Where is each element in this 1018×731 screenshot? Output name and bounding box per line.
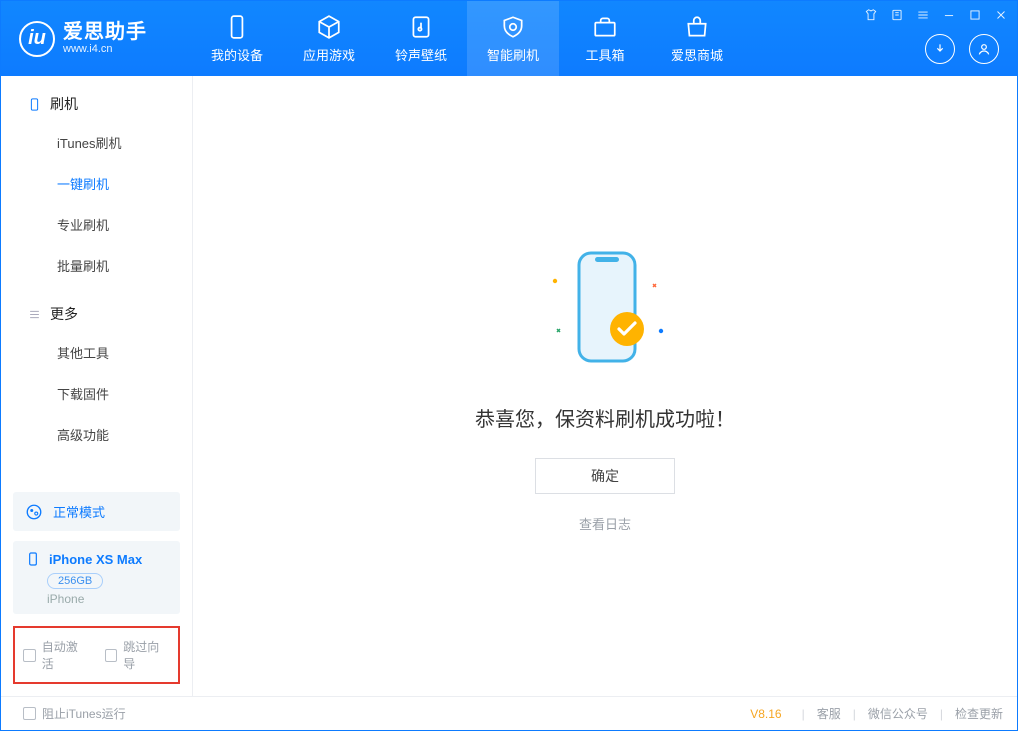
toolbox-icon <box>592 14 618 40</box>
minimize-icon[interactable] <box>941 7 957 23</box>
view-log-link[interactable]: 查看日志 <box>579 514 631 533</box>
footer: 阻止iTunes运行 V8.16 | 客服 | 微信公众号 | 检查更新 <box>1 696 1017 730</box>
list-icon <box>27 307 42 322</box>
window-controls <box>863 7 1009 23</box>
success-text: 恭喜您，保资料刷机成功啦！ <box>475 403 735 432</box>
maximize-icon[interactable] <box>967 7 983 23</box>
tab-smart-flash[interactable]: 智能刷机 <box>467 1 559 76</box>
sidebar-item-onekey-flash[interactable]: 一键刷机 <box>1 163 192 204</box>
tab-label: 智能刷机 <box>487 45 539 64</box>
store-icon <box>684 14 710 40</box>
checkbox-block-itunes[interactable]: 阻止iTunes运行 <box>23 705 126 722</box>
checkbox-label: 自动激活 <box>42 638 89 672</box>
device-phone-icon <box>25 551 41 567</box>
download-button[interactable] <box>925 34 955 64</box>
checkbox-icon <box>105 649 118 662</box>
device-name: iPhone XS Max <box>49 552 142 567</box>
app-name: 爱思助手 <box>63 21 147 43</box>
device-capacity: 256GB <box>47 573 103 589</box>
tab-label: 工具箱 <box>585 45 624 64</box>
footer-wechat-link[interactable]: 微信公众号 <box>868 705 928 722</box>
header-right <box>855 1 1017 76</box>
note-icon[interactable] <box>889 7 905 23</box>
version-label: V8.16 <box>750 707 781 721</box>
tab-ringtones-wallpaper[interactable]: 铃声壁纸 <box>375 1 467 76</box>
sidebar-item-pro-flash[interactable]: 专业刷机 <box>1 204 192 245</box>
sidebar-item-other-tools[interactable]: 其他工具 <box>1 332 192 373</box>
menu-icon[interactable] <box>915 7 931 23</box>
app-url: www.i4.cn <box>63 43 147 55</box>
options-highlight-box: 自动激活 跳过向导 <box>13 626 180 684</box>
device-type: iPhone <box>47 592 168 606</box>
tab-my-device[interactable]: 我的设备 <box>191 1 283 76</box>
checkbox-label: 阻止iTunes运行 <box>42 705 126 722</box>
music-icon <box>408 14 434 40</box>
tab-label: 我的设备 <box>211 45 263 64</box>
tab-toolbox[interactable]: 工具箱 <box>559 1 651 76</box>
sidebar-group-more: 更多 <box>1 286 192 332</box>
refresh-shield-icon <box>500 14 526 40</box>
success-illustration <box>535 239 675 379</box>
tab-store[interactable]: 爱思商城 <box>651 1 743 76</box>
logo[interactable]: iu 爱思助手 www.i4.cn <box>1 1 191 76</box>
tab-label: 应用游戏 <box>303 45 355 64</box>
shirt-icon[interactable] <box>863 7 879 23</box>
tab-apps-games[interactable]: 应用游戏 <box>283 1 375 76</box>
sidebar-item-itunes-flash[interactable]: iTunes刷机 <box>1 122 192 163</box>
tab-label: 铃声壁纸 <box>395 45 447 64</box>
sidebar-item-advanced[interactable]: 高级功能 <box>1 414 192 455</box>
app-window: iu 爱思助手 www.i4.cn 我的设备 应用游戏 铃声壁纸 智能刷机 <box>0 0 1018 731</box>
device-box[interactable]: iPhone XS Max 256GB iPhone <box>13 541 180 614</box>
checkbox-auto-activate[interactable]: 自动激活 <box>23 638 89 672</box>
logo-icon: iu <box>19 21 55 57</box>
phone-icon <box>27 97 42 112</box>
header: iu 爱思助手 www.i4.cn 我的设备 应用游戏 铃声壁纸 智能刷机 <box>1 1 1017 76</box>
sidebar-group-label: 更多 <box>50 304 78 324</box>
checkbox-icon <box>23 707 36 720</box>
mode-label: 正常模式 <box>53 502 105 521</box>
sidebar-group-flash: 刷机 <box>1 76 192 122</box>
close-icon[interactable] <box>993 7 1009 23</box>
footer-support-link[interactable]: 客服 <box>817 705 841 722</box>
checkbox-skip-guide[interactable]: 跳过向导 <box>105 638 171 672</box>
tab-label: 爱思商城 <box>671 45 723 64</box>
sidebar-group-label: 刷机 <box>50 94 78 114</box>
cube-icon <box>316 14 342 40</box>
sidebar: 刷机 iTunes刷机 一键刷机 专业刷机 批量刷机 更多 其他工具 下载固件 … <box>1 76 193 696</box>
user-button[interactable] <box>969 34 999 64</box>
sidebar-item-batch-flash[interactable]: 批量刷机 <box>1 245 192 286</box>
body: 刷机 iTunes刷机 一键刷机 专业刷机 批量刷机 更多 其他工具 下载固件 … <box>1 76 1017 696</box>
mode-box[interactable]: 正常模式 <box>13 492 180 531</box>
sidebar-item-download-firmware[interactable]: 下载固件 <box>1 373 192 414</box>
checkbox-icon <box>23 649 36 662</box>
ok-button[interactable]: 确定 <box>535 458 675 494</box>
checkbox-label: 跳过向导 <box>123 638 170 672</box>
device-icon <box>224 14 250 40</box>
top-tabs: 我的设备 应用游戏 铃声壁纸 智能刷机 工具箱 爱思商城 <box>191 1 743 76</box>
main-content: 恭喜您，保资料刷机成功啦！ 确定 查看日志 <box>193 76 1017 696</box>
footer-update-link[interactable]: 检查更新 <box>955 705 1003 722</box>
mode-icon <box>25 503 43 521</box>
